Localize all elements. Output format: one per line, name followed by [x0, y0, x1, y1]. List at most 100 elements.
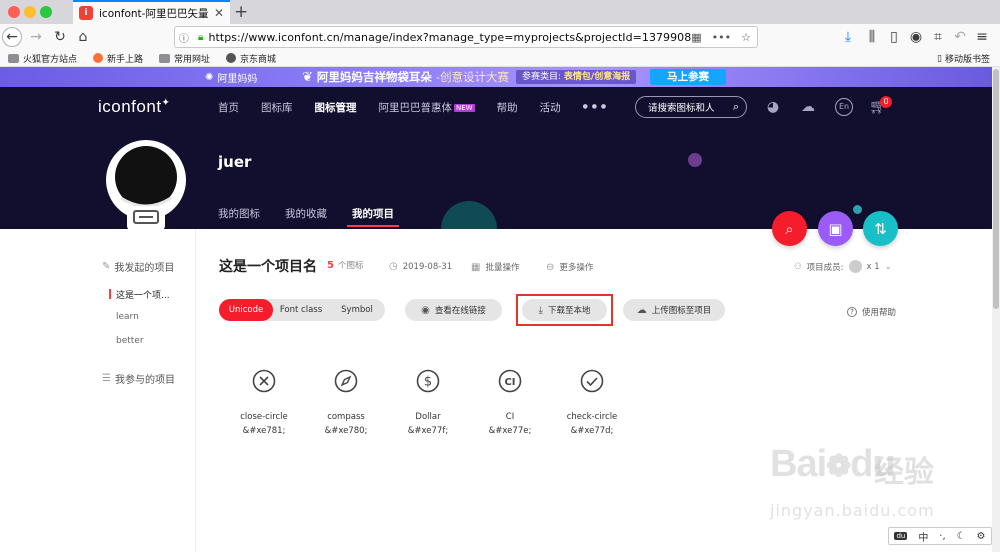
upload-icons-button[interactable]: ☁ 上传图标至项目: [623, 299, 725, 321]
url-text[interactable]: https://www.iconfont.cn/manage/index?man…: [208, 31, 691, 44]
mode-unicode[interactable]: Unicode: [219, 299, 273, 321]
decor-circle: [441, 201, 497, 229]
qr-code-icon[interactable]: ▦: [691, 31, 701, 44]
upload-cloud-icon[interactable]: ☁: [799, 98, 817, 116]
moon-icon[interactable]: ☾: [957, 531, 966, 542]
tab-my-icons[interactable]: 我的图标: [218, 206, 260, 221]
download-highlight-box: [516, 294, 613, 326]
eye-icon: ◉: [421, 304, 430, 316]
download-icon[interactable]: ⤓: [838, 27, 858, 47]
tab-close-icon[interactable]: ✕: [214, 6, 224, 20]
browser-tab-active[interactable]: i iconfont-阿里巴巴矢量图标库 ✕: [73, 0, 230, 24]
bookmark-item[interactable]: 京东商城: [226, 52, 276, 65]
new-tab-button[interactable]: +: [234, 2, 248, 22]
ad-join-button[interactable]: 马上参赛: [650, 69, 726, 85]
question-icon: ?: [847, 307, 857, 317]
icon-card[interactable]: compass &#xe780;: [306, 369, 386, 438]
username: juer: [218, 153, 252, 171]
browser-nav-bar: ← → ↻ ⌂ ⓘ 🔒︎ https://www.iconfont.cn/man…: [0, 24, 1000, 50]
nav-more-icon[interactable]: ● ● ●: [583, 100, 608, 115]
more-action[interactable]: ⊖ 更多操作: [546, 261, 593, 274]
project-members[interactable]: ⚇ 项目成员: x 1 ⌄: [794, 260, 892, 273]
usage-help-link[interactable]: ? 使用帮助: [847, 306, 896, 318]
window-zoom-button[interactable]: [40, 6, 52, 18]
menu-icon[interactable]: ≡: [972, 27, 992, 47]
undo-icon[interactable]: ↶: [950, 27, 970, 47]
nav-activity[interactable]: 活动: [540, 100, 561, 115]
sidebar-toggle-icon[interactable]: ▯: [884, 27, 904, 47]
gear-icon[interactable]: ⚙: [977, 531, 986, 542]
info-icon[interactable]: ⓘ: [175, 30, 193, 45]
svg-text:CI: CI: [504, 377, 515, 388]
new-badge: NEW: [454, 104, 475, 112]
member-icon: ⚇: [794, 261, 802, 272]
nav-icon-library[interactable]: 图标库: [261, 100, 293, 115]
mobile-icon: ▯: [937, 53, 942, 64]
sidebar-project-item[interactable]: learn: [116, 312, 139, 322]
window-minimize-button[interactable]: [24, 6, 36, 18]
paw-icon: ❁: [826, 450, 851, 483]
page-actions-icon[interactable]: •••: [712, 31, 731, 44]
font-mode-switch: Unicode Font class Symbol: [219, 299, 385, 321]
reload-icon[interactable]: ↻: [50, 27, 70, 47]
nav-icon-manage[interactable]: 图标管理: [315, 100, 357, 115]
sidebar-project-item[interactable]: better: [116, 336, 144, 346]
mode-symbol[interactable]: Symbol: [329, 299, 385, 321]
window-close-button[interactable]: [8, 6, 20, 18]
icon-card[interactable]: check-circle &#xe77d;: [552, 369, 632, 438]
check-circle-icon: [580, 369, 604, 393]
forward-arrow-icon[interactable]: →: [26, 27, 46, 47]
iconfont-logo[interactable]: iconfont✦: [98, 97, 170, 117]
page-scrollbar[interactable]: [992, 67, 1000, 552]
bookmark-item[interactable]: 火狐官方站点: [8, 52, 77, 65]
tab-my-projects[interactable]: 我的项目: [347, 206, 399, 227]
search-icon[interactable]: ⌕: [733, 100, 739, 114]
scrollbar-thumb[interactable]: [993, 69, 999, 309]
compass-icon: [334, 369, 358, 393]
decor-dot: [688, 153, 702, 167]
mode-font-class[interactable]: Font class: [273, 299, 329, 321]
add-project-fab[interactable]: ▣: [818, 211, 853, 246]
sidebar-project-item[interactable]: 这是一个项...: [109, 288, 170, 301]
nav-help[interactable]: 帮助: [497, 100, 518, 115]
tab-my-favorites[interactable]: 我的收藏: [285, 206, 327, 221]
crop-icon[interactable]: ⌗: [928, 27, 948, 47]
account-icon[interactable]: ◉: [906, 27, 926, 47]
edit-icon: ✎: [102, 261, 111, 272]
list-icon: ☰: [102, 373, 111, 384]
nav-puhuiti[interactable]: 阿里巴巴普惠体 NEW: [379, 100, 475, 115]
bookmark-item[interactable]: 新手上路: [93, 52, 143, 65]
svg-text:$: $: [424, 375, 432, 390]
bookmark-item[interactable]: 常用网址: [159, 52, 210, 65]
user-avatar[interactable]: [103, 140, 189, 230]
home-icon[interactable]: ⌂: [73, 27, 93, 47]
project-date: ◷ 2019-08-31: [389, 261, 453, 272]
icon-card[interactable]: CI CI &#xe77e;: [470, 369, 550, 438]
icon-card[interactable]: close-circle &#xe781;: [224, 369, 304, 438]
library-icon[interactable]: ⫼: [862, 27, 882, 47]
iconfont-favicon-icon: i: [79, 6, 93, 20]
language-toggle[interactable]: En: [835, 98, 853, 116]
mascot-icon: ❦: [302, 69, 313, 85]
search-fab[interactable]: ⌕: [772, 211, 807, 246]
icon-card[interactable]: $ Dollar &#xe77f;: [388, 369, 468, 438]
chevron-down-icon: ⌄: [884, 261, 892, 272]
dollar-icon: $: [416, 369, 440, 393]
ad-banner[interactable]: ✺ 阿里妈妈 ❦ 阿里妈妈吉祥物袋耳朵 -创意设计大赛 参赛类目: 表情包/创意海报…: [0, 67, 992, 87]
project-sidebar: ✎ 我发起的项目 这是一个项... learn better ☰ 我参与的项目: [0, 229, 196, 552]
github-icon[interactable]: ◕: [764, 98, 782, 116]
url-bar[interactable]: ⓘ 🔒︎ https://www.iconfont.cn/manage/inde…: [174, 26, 758, 48]
batch-action[interactable]: ▦ 批量操作: [471, 261, 519, 274]
ime-mode[interactable]: 中: [918, 529, 928, 544]
header-search-input[interactable]: 请搜索图标和人 ⌕: [635, 96, 747, 118]
bookmark-star-icon[interactable]: ☆: [741, 31, 751, 44]
mobile-bookmarks[interactable]: ▯ 移动版书签: [937, 52, 990, 66]
nav-home[interactable]: 首页: [218, 100, 239, 115]
back-arrow-icon[interactable]: ←: [2, 27, 22, 47]
view-online-link-button[interactable]: ◉ 查看在线链接: [405, 299, 502, 321]
punctuation-icon[interactable]: ·,: [939, 531, 945, 542]
sort-fab[interactable]: ⇅: [863, 211, 898, 246]
cart-count-badge: 0: [880, 96, 892, 108]
upload-cloud-icon: ☁: [636, 304, 647, 316]
ime-logo-icon[interactable]: du: [894, 532, 908, 540]
